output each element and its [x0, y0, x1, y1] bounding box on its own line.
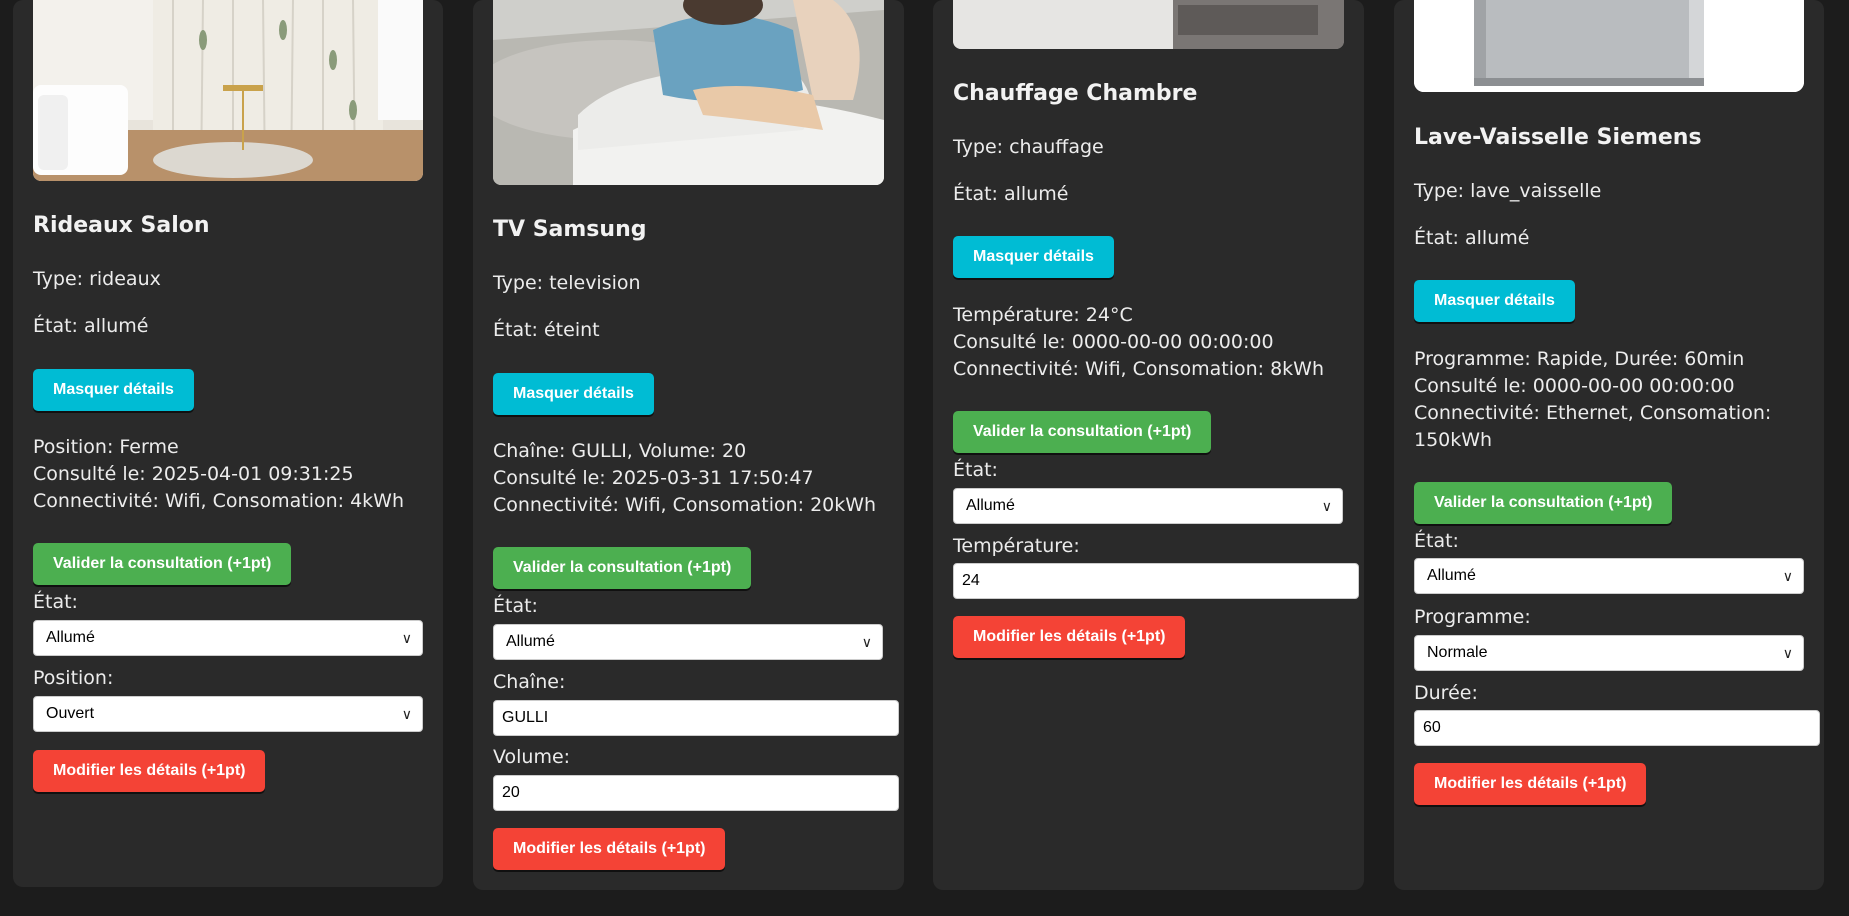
- device-card-lave-vaisselle: Lave-Vaisselle Siemens Type: lave_vaisse…: [1394, 0, 1824, 890]
- hide-details-button[interactable]: Masquer détails: [33, 369, 194, 411]
- chevron-down-icon: ∨: [861, 634, 872, 650]
- detail-line: Connectivité: Wifi, Consomation: 20kWh: [493, 494, 877, 516]
- device-state: État: éteint: [493, 319, 600, 341]
- device-name: Rideaux Salon: [33, 213, 210, 238]
- hide-details-button[interactable]: Masquer détails: [953, 236, 1114, 278]
- select-value: Normale: [1427, 644, 1488, 661]
- select-value: Allumé: [46, 629, 95, 646]
- modify-details-button[interactable]: Modifier les détails (+1pt): [33, 750, 266, 792]
- detail-line: 150kWh: [1414, 429, 1493, 451]
- volume-label: Volume:: [493, 746, 571, 768]
- validate-consultation-button[interactable]: Valider la consultation (+1pt): [493, 547, 752, 589]
- volume-input[interactable]: 20: [493, 775, 899, 811]
- programme-label: Programme:: [1414, 606, 1531, 628]
- detail-line: Consulté le: 2025-03-31 17:50:47: [493, 467, 814, 489]
- device-image-lave-vaisselle: [1414, 0, 1804, 92]
- detail-line: Programme: Rapide, Durée: 60min: [1414, 348, 1745, 370]
- select-value: Allumé: [966, 497, 1015, 514]
- device-image-tv: [493, 0, 884, 185]
- validate-consultation-button[interactable]: Valider la consultation (+1pt): [33, 543, 292, 585]
- temperature-input[interactable]: 24: [953, 563, 1359, 599]
- detail-line: Connectivité: Wifi, Consomation: 8kWh: [953, 358, 1325, 380]
- device-type: Type: chauffage: [953, 136, 1104, 158]
- select-value: Allumé: [506, 633, 555, 650]
- duree-input[interactable]: 60: [1414, 710, 1820, 746]
- device-image-rideaux: [33, 0, 423, 181]
- modify-details-button[interactable]: Modifier les détails (+1pt): [953, 616, 1186, 658]
- modify-details-button[interactable]: Modifier les détails (+1pt): [1414, 763, 1647, 805]
- etat-select[interactable]: Allumé ∨: [1414, 558, 1804, 594]
- detail-line: Chaîne: GULLI, Volume: 20: [493, 440, 747, 462]
- device-card-tv: TV Samsung Type: television État: éteint…: [473, 0, 904, 890]
- chaine-input[interactable]: GULLI: [493, 700, 899, 736]
- etat-select[interactable]: Allumé ∨: [493, 624, 883, 660]
- device-name: Lave-Vaisselle Siemens: [1414, 125, 1702, 150]
- device-state: État: allumé: [1414, 227, 1530, 249]
- chaine-label: Chaîne:: [493, 671, 566, 693]
- programme-select[interactable]: Normale ∨: [1414, 635, 1804, 671]
- etat-label: État:: [953, 459, 998, 481]
- hide-details-button[interactable]: Masquer détails: [1414, 280, 1575, 322]
- etat-select[interactable]: Allumé ∨: [953, 488, 1343, 524]
- device-name: Chauffage Chambre: [953, 81, 1198, 106]
- device-type: Type: television: [493, 272, 641, 294]
- temperature-label: Température:: [953, 535, 1080, 557]
- chevron-down-icon: ∨: [401, 706, 412, 722]
- hide-details-button[interactable]: Masquer détails: [493, 373, 654, 415]
- etat-select[interactable]: Allumé ∨: [33, 620, 423, 656]
- device-type: Type: lave_vaisselle: [1414, 180, 1602, 202]
- detail-line: Consulté le: 2025-04-01 09:31:25: [33, 463, 354, 485]
- validate-consultation-button[interactable]: Valider la consultation (+1pt): [1414, 482, 1673, 524]
- etat-label: État:: [33, 591, 78, 613]
- detail-line: Température: 24°C: [953, 304, 1133, 326]
- etat-label: État:: [493, 595, 538, 617]
- device-state: État: allumé: [33, 315, 149, 337]
- position-select[interactable]: Ouvert ∨: [33, 696, 423, 732]
- detail-line: Connectivité: Wifi, Consomation: 4kWh: [33, 490, 405, 512]
- chevron-down-icon: ∨: [1321, 498, 1332, 514]
- duree-label: Durée:: [1414, 682, 1478, 704]
- chevron-down-icon: ∨: [1782, 645, 1793, 661]
- device-type: Type: rideaux: [33, 268, 161, 290]
- detail-line: Consulté le: 0000-00-00 00:00:00: [1414, 375, 1735, 397]
- device-card-chauffage: Chauffage Chambre Type: chauffage État: …: [933, 0, 1364, 890]
- chevron-down-icon: ∨: [401, 630, 412, 646]
- chevron-down-icon: ∨: [1782, 568, 1793, 584]
- position-label: Position:: [33, 667, 114, 689]
- device-state: État: allumé: [953, 183, 1069, 205]
- select-value: Allumé: [1427, 567, 1476, 584]
- device-name: TV Samsung: [493, 217, 647, 242]
- device-image-chauffage: [953, 0, 1344, 49]
- detail-line: Position: Ferme: [33, 436, 179, 458]
- detail-line: Connectivité: Ethernet, Consomation:: [1414, 402, 1772, 424]
- select-value: Ouvert: [46, 705, 95, 722]
- device-card-rideaux: Rideaux Salon Type: rideaux État: allumé…: [13, 0, 443, 887]
- validate-consultation-button[interactable]: Valider la consultation (+1pt): [953, 411, 1212, 453]
- modify-details-button[interactable]: Modifier les détails (+1pt): [493, 828, 726, 870]
- etat-label: État:: [1414, 530, 1459, 552]
- detail-line: Consulté le: 0000-00-00 00:00:00: [953, 331, 1274, 353]
